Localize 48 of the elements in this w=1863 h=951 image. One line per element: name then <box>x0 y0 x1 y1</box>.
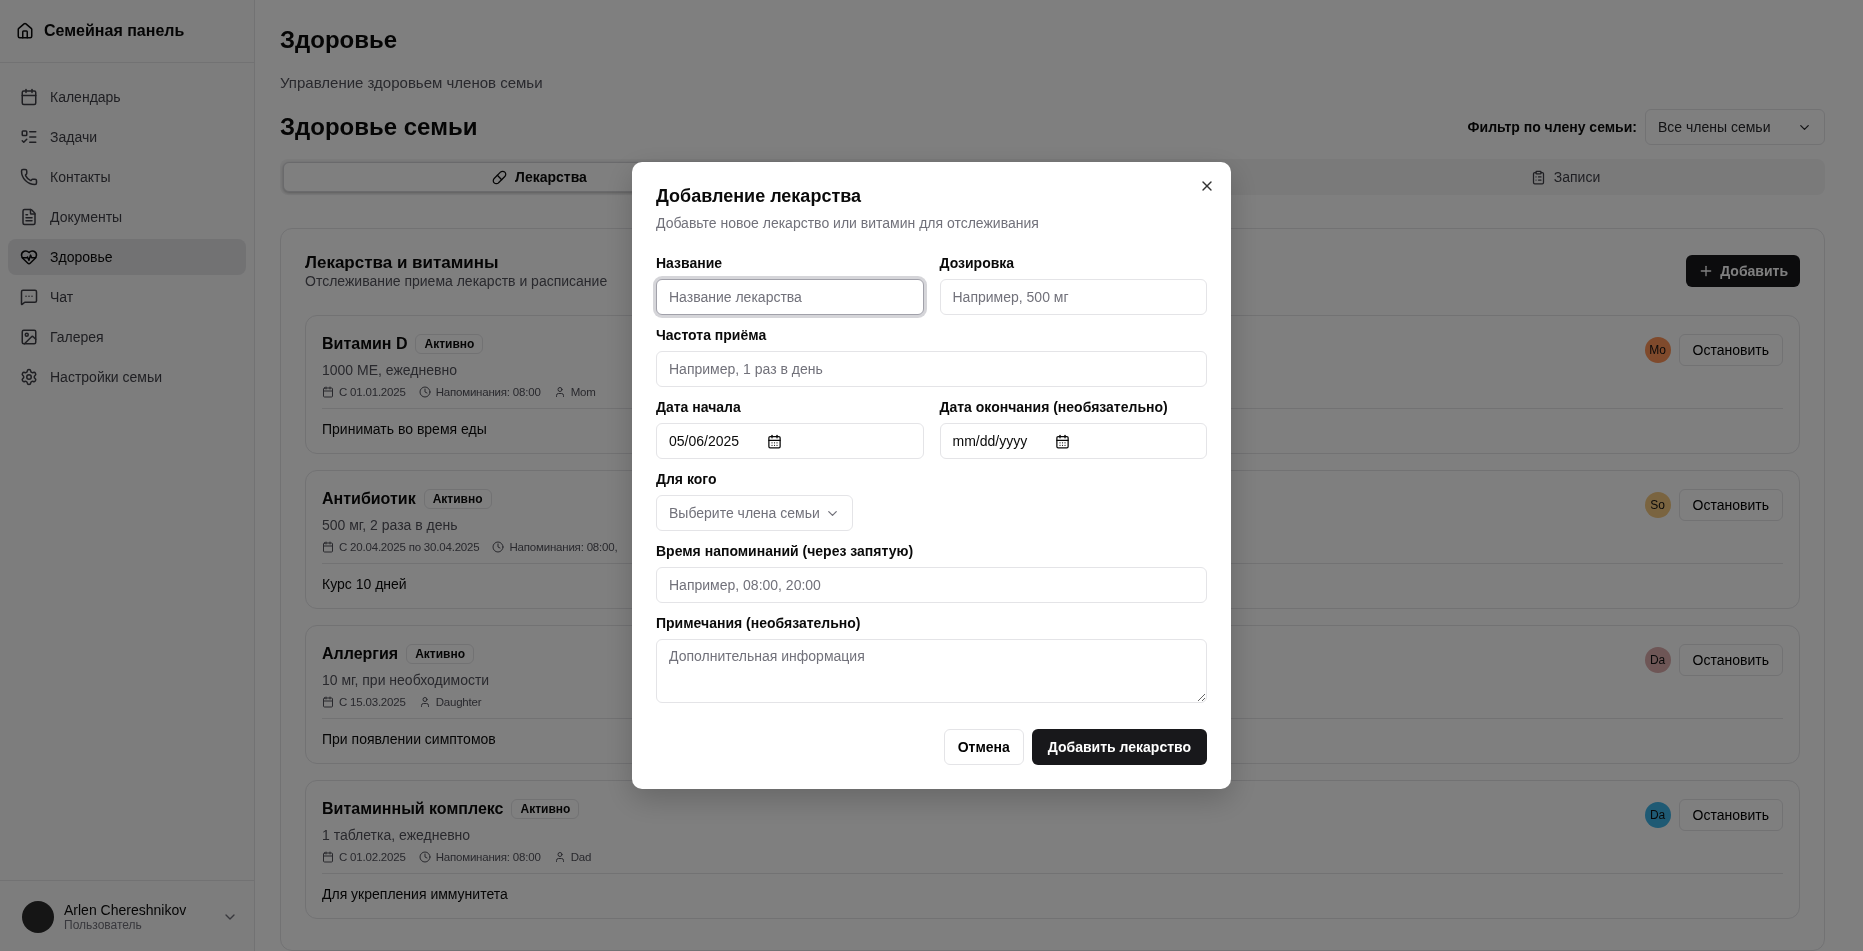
page-title: Здоровье <box>280 26 399 54</box>
member-avatar: Da <box>1644 802 1671 828</box>
meta-text: Daughter <box>435 696 482 708</box>
medication-name: Аллергия <box>322 645 399 663</box>
meta-text: С 01.01.2025 <box>339 386 406 398</box>
status-badge: Активно <box>423 489 492 509</box>
status-badge: Активно <box>511 799 580 819</box>
status-badge: Активно <box>406 644 475 664</box>
member-avatar: So <box>1644 492 1671 518</box>
panel-title: Лекарства и витамины <box>305 253 500 273</box>
medication-note: Для укрепления иммунитета <box>322 886 508 902</box>
medication-dose: 10 мг, при необходимости <box>322 672 490 688</box>
medication-note: Курс 10 дней <box>322 576 407 592</box>
app-title: Семейная панель <box>44 22 185 40</box>
medication-name: Витаминный комплекс <box>322 800 504 818</box>
page-subtitle: Управление здоровьем членов семьи <box>280 74 544 91</box>
field-label: Частота приёма <box>656 327 768 343</box>
medication-name: Антибиотик <box>322 490 416 508</box>
medication-note: Принимать во время еды <box>322 421 487 437</box>
meta-text: Mom <box>570 386 596 398</box>
meta-text: С 20.04.2025 по 30.04.2025 <box>339 541 480 553</box>
medication-note: При появлении симптомов <box>322 731 496 747</box>
field-label: Дата начала <box>656 399 742 415</box>
field-label: Примечания (необязательно) <box>656 615 862 631</box>
medication-dose: 500 мг, 2 раза в день <box>322 517 459 533</box>
medication-dose: 1 таблетка, ежедневно <box>322 827 472 843</box>
meta-text: С 01.02.2025 <box>339 851 406 863</box>
user-name: Arlen Chereshnikov <box>64 902 188 918</box>
field-label: Дата окончания (необязательно) <box>939 399 1169 415</box>
field-label: Название <box>656 255 724 271</box>
meta-text: Напоминания: 08:00, <box>509 541 618 553</box>
user-role: Пользователь <box>64 918 143 932</box>
medication-name: Витамин D <box>322 335 408 353</box>
meta-text: Напоминания: 08:00 <box>435 386 541 398</box>
section-title: Здоровье семьи <box>280 113 478 141</box>
member-avatar: Da <box>1644 647 1671 673</box>
dialog-description: Добавьте новое лекарство или витамин для отслеживания <box>656 215 1040 231</box>
meta-text: Dad <box>570 851 592 863</box>
member-avatar: Mo <box>1644 337 1671 363</box>
filter-label: Фильтр по члену семьи: <box>1467 119 1637 135</box>
meta-text: Напоминания: 08:00 <box>435 851 541 863</box>
field-label: Для кого <box>656 471 718 487</box>
field-label: Время напоминаний (через запятую) <box>656 543 915 559</box>
meta-text: С 15.03.2025 <box>339 696 406 708</box>
medication-dose: 1000 МЕ, ежедневно <box>322 362 458 378</box>
status-badge: Активно <box>415 334 484 354</box>
panel-subtitle: Отслеживание приема лекарств и расписание <box>305 273 608 289</box>
field-label: Дозировка <box>939 255 1016 271</box>
